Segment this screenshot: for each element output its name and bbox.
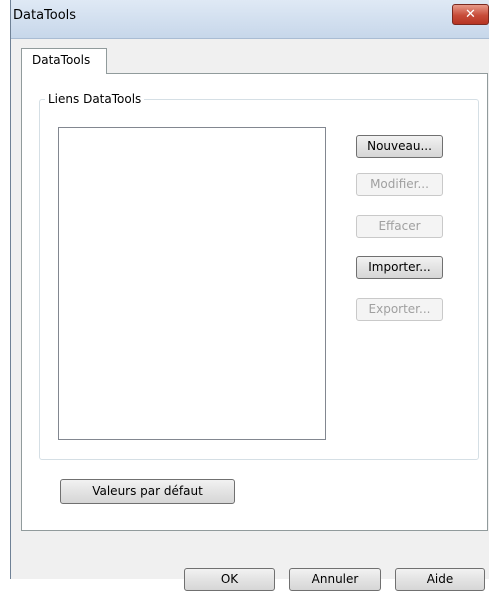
cancel-button[interactable]: Annuler — [289, 568, 381, 591]
links-group-label: Liens DataTools — [45, 92, 145, 106]
delete-button[interactable]: Effacer — [356, 215, 443, 238]
links-listbox[interactable] — [58, 127, 326, 440]
window-title: DataTools — [13, 8, 77, 23]
new-button[interactable]: Nouveau... — [356, 135, 443, 158]
defaults-button[interactable]: Valeurs par défaut — [60, 479, 235, 504]
help-button[interactable]: Aide — [395, 568, 485, 591]
close-icon: ✕ — [465, 7, 476, 22]
close-button[interactable]: ✕ — [452, 4, 489, 25]
import-button[interactable]: Importer... — [356, 256, 443, 279]
title-bar[interactable]: DataTools ✕ — [11, 0, 489, 39]
modify-button[interactable]: Modifier... — [356, 173, 443, 196]
tab-datatools[interactable]: DataTools — [21, 48, 107, 74]
ok-button[interactable]: OK — [184, 568, 275, 591]
dialog-window: DataTools ✕ DataTools Liens DataTools No… — [10, 0, 489, 579]
export-button[interactable]: Exporter... — [356, 298, 443, 321]
